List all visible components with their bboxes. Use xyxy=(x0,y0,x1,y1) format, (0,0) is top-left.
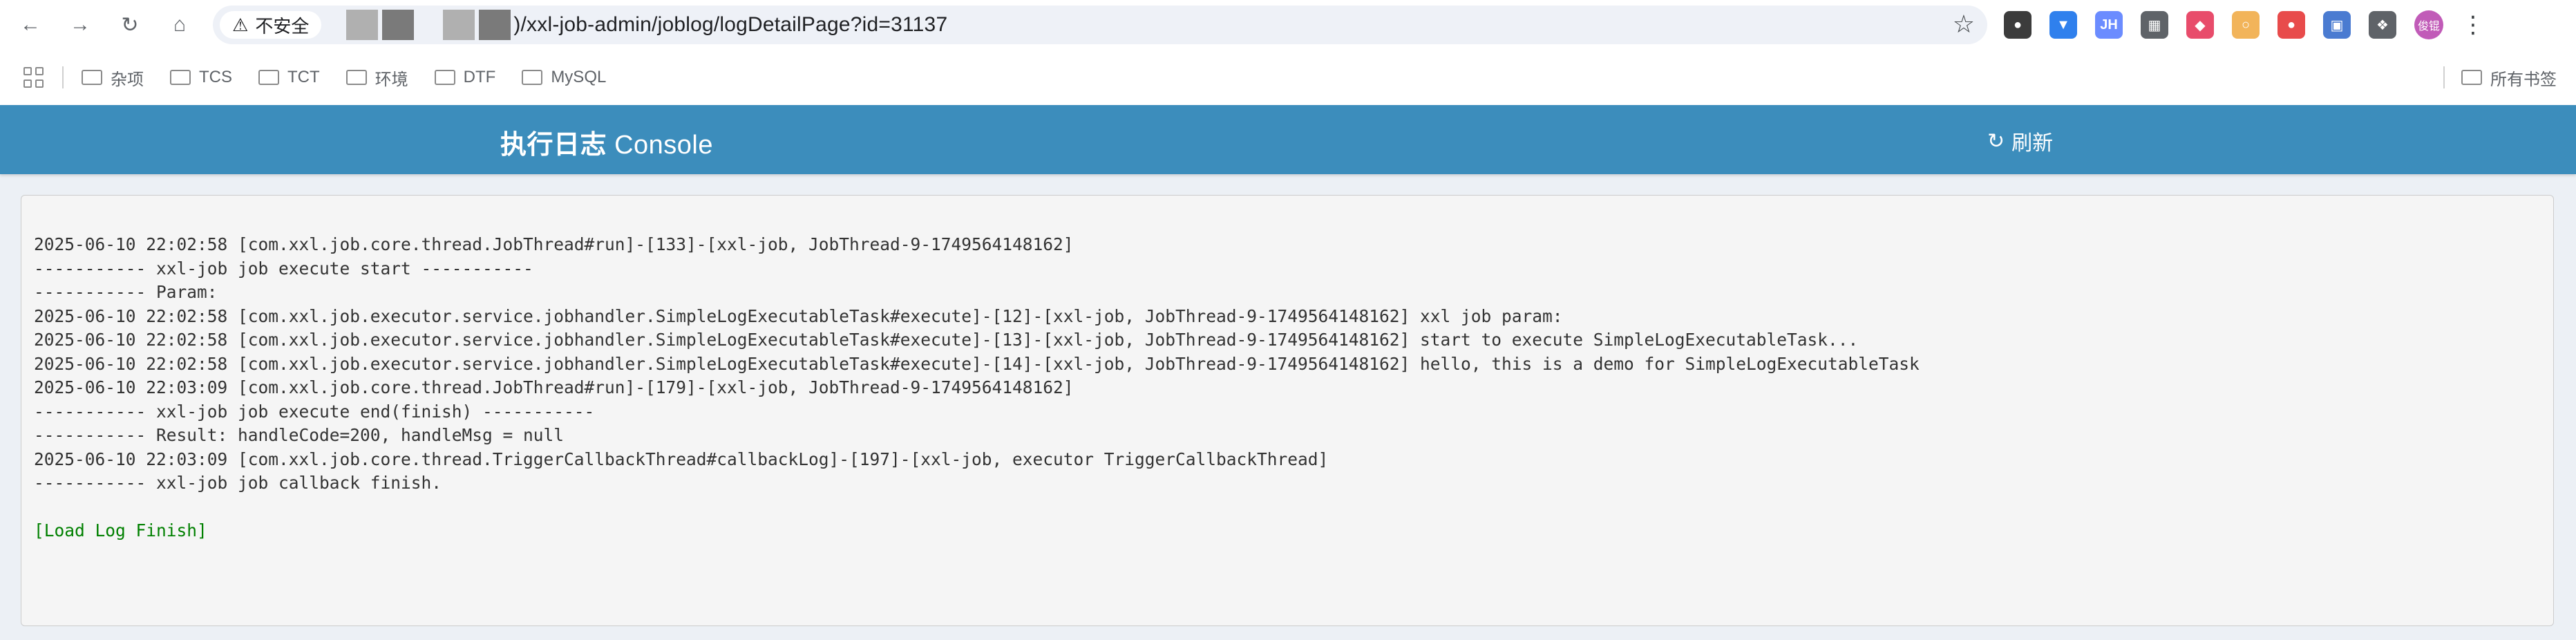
back-icon[interactable]: ← xyxy=(15,10,46,40)
log-line: ----------- xxl-job job callback finish. xyxy=(34,473,442,493)
log-line: ----------- xxl-job job execute start --… xyxy=(34,258,533,279)
bookmark-folder[interactable]: 杂项 xyxy=(82,66,144,90)
picture-extension-icon[interactable]: ▣ xyxy=(2323,11,2351,39)
folder-icon xyxy=(2461,70,2482,85)
bookmark-label: TCS xyxy=(199,68,232,86)
redacted-host-block xyxy=(382,10,415,40)
refresh-button[interactable]: ↻ 刷新 xyxy=(1987,126,2053,156)
log-console: 2025-06-10 22:02:58 [com.xxl.job.core.th… xyxy=(21,195,2554,626)
page-title: 执行日志 Console xyxy=(500,123,713,161)
log-line: 2025-06-10 22:03:09 [com.xxl.job.core.th… xyxy=(34,449,1329,469)
bookmark-separator xyxy=(2443,66,2445,88)
bookmark-folder[interactable]: 环境 xyxy=(345,66,408,90)
browser-toolbar: ← → ↻ ⌂ ⚠ 不安全 )/xxl-job-admin/joblog/log… xyxy=(0,0,2576,50)
bookmark-label: MySQL xyxy=(551,68,607,86)
log-line: 2025-06-10 22:02:58 [com.xxl.job.executo… xyxy=(34,330,1859,350)
bookmark-label: 环境 xyxy=(375,70,408,89)
log-line: 2025-06-10 22:02:58 [com.xxl.job.executo… xyxy=(34,305,1563,326)
cookie-extension-icon[interactable]: ○ xyxy=(2232,11,2260,39)
folder-icon xyxy=(345,70,367,85)
bookmark-label: 杂项 xyxy=(111,70,144,89)
warning-icon: ⚠ xyxy=(232,14,249,35)
reload-icon[interactable]: ↻ xyxy=(115,10,145,40)
bookmark-star-icon[interactable]: ☆ xyxy=(1953,10,1975,39)
security-chip[interactable]: ⚠ 不安全 xyxy=(220,11,322,39)
forward-icon[interactable]: → xyxy=(65,10,95,40)
bookmark-folder[interactable]: DTF xyxy=(434,68,496,87)
browser-menu-icon[interactable]: ⋮ xyxy=(2461,11,2485,39)
log-finish-message: [Load Log Finish] xyxy=(34,520,207,540)
redacted-host-block xyxy=(443,10,475,40)
folder-icon xyxy=(258,70,279,85)
bookmark-label: TCT xyxy=(287,68,320,86)
log-line: 2025-06-10 22:02:58 [com.xxl.job.executo… xyxy=(34,353,1920,374)
bookmark-folder[interactable]: TCT xyxy=(258,68,320,87)
folder-icon xyxy=(170,70,191,85)
all-bookmarks[interactable]: 所有书签 xyxy=(2443,66,2557,90)
jh-extension-icon[interactable]: JH xyxy=(2095,11,2123,39)
shield-extension-icon[interactable]: ◆ xyxy=(2186,11,2214,39)
page-title-bold: 执行日志 xyxy=(500,131,607,160)
folder-icon xyxy=(434,70,455,85)
bookmarks-bar: 杂项 TCS TCT 环境 DTF MySQL 所有书签 xyxy=(0,50,2576,105)
bookmark-separator xyxy=(62,66,64,88)
extensions-row: ● ▼ JH ▦ ◆ ○ ● ▣ ❖ 俊锟 ⋮ xyxy=(2004,8,2485,41)
bookmark-label: DTF xyxy=(463,68,496,86)
puzzle-extension-icon[interactable]: ❖ xyxy=(2369,11,2396,39)
vue-devtools-extension-icon[interactable]: ▼ xyxy=(2049,11,2077,39)
redacted-host-block xyxy=(346,10,379,40)
redacted-host-block xyxy=(479,10,511,40)
profile-avatar[interactable]: 俊锟 xyxy=(2414,10,2443,39)
log-line: ----------- xxl-job job execute end(fini… xyxy=(34,401,595,422)
record-extension-icon[interactable]: ● xyxy=(2277,11,2305,39)
page-content: 执行日志 Console ↻ 刷新 2025-06-10 22:02:58 [c… xyxy=(0,105,2576,640)
all-bookmarks-label: 所有书签 xyxy=(2490,70,2557,89)
apps-grid-icon[interactable] xyxy=(23,67,44,88)
qr-extension-icon[interactable]: ▦ xyxy=(2141,11,2168,39)
url-text[interactable]: )/xxl-job-admin/joblog/logDetailPage?id=… xyxy=(513,13,947,37)
log-line: ----------- Param: xyxy=(34,282,218,302)
circle-extension-icon[interactable]: ● xyxy=(2004,11,2032,39)
address-bar[interactable]: ⚠ 不安全 )/xxl-job-admin/joblog/logDetailPa… xyxy=(213,6,1987,44)
security-label: 不安全 xyxy=(255,15,310,37)
log-line: ----------- Result: handleCode=200, hand… xyxy=(34,425,565,445)
console-header: 执行日志 Console ↻ 刷新 xyxy=(0,105,2576,174)
home-icon[interactable]: ⌂ xyxy=(164,10,195,40)
bookmark-folder[interactable]: MySQL xyxy=(522,68,606,87)
refresh-icon: ↻ xyxy=(1987,129,2005,153)
page-title-suffix: Console xyxy=(607,131,713,160)
log-line: 2025-06-10 22:02:58 [com.xxl.job.core.th… xyxy=(34,234,1074,254)
bookmark-folder[interactable]: TCS xyxy=(170,68,232,87)
folder-icon xyxy=(522,70,543,85)
refresh-label: 刷新 xyxy=(2011,132,2054,155)
log-line: 2025-06-10 22:03:09 [com.xxl.job.core.th… xyxy=(34,377,1074,397)
folder-icon xyxy=(82,70,102,85)
